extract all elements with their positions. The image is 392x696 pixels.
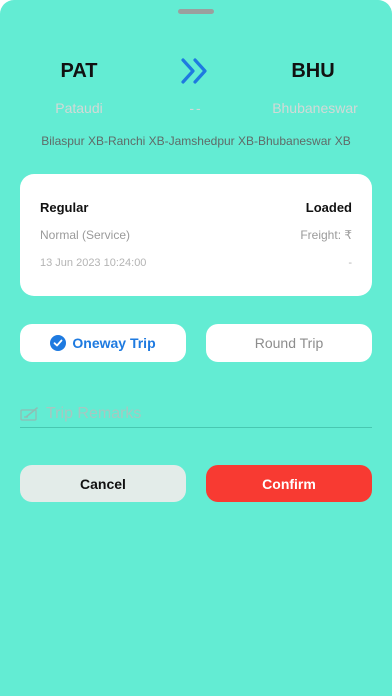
trip-details-card: Regular Loaded Normal (Service) Freight:… xyxy=(20,174,372,296)
details-row-datetime: 13 Jun 2023 10:24:00 - xyxy=(40,257,352,269)
origin-code: PAT xyxy=(60,60,98,82)
cancel-button[interactable]: Cancel xyxy=(20,465,186,502)
freight-label: Freight: ₹ xyxy=(300,228,352,242)
trip-datetime-end: - xyxy=(348,257,352,269)
trip-remarks-input[interactable] xyxy=(46,404,346,423)
origin-name: Pataudi xyxy=(55,100,103,116)
service-type: Normal (Service) xyxy=(40,228,131,242)
oneway-trip-button[interactable]: Oneway Trip xyxy=(20,324,186,362)
destination-name: Bhubaneswar xyxy=(272,100,358,116)
details-row-type: Regular Loaded xyxy=(40,200,352,215)
round-trip-label: Round Trip xyxy=(254,335,324,351)
confirm-button[interactable]: Confirm xyxy=(206,465,372,502)
double-chevron-right-icon xyxy=(181,58,207,84)
destination-code: BHU xyxy=(291,60,335,82)
sheet-grabber-handle[interactable] xyxy=(178,9,214,14)
trip-type: Regular xyxy=(40,200,89,215)
trip-remarks-field xyxy=(20,400,372,428)
route-via: Bilaspur XB-Ranchi XB-Jamshedpur XB-Bhub… xyxy=(41,134,351,148)
details-row-service: Normal (Service) Freight: ₹ xyxy=(40,228,352,242)
trip-confirmation-sheet: PAT BHU Pataudi -- Bhubaneswar Bilaspur … xyxy=(0,0,392,696)
check-circle-icon xyxy=(50,335,67,351)
trip-datetime: 13 Jun 2023 10:24:00 xyxy=(40,257,147,269)
round-trip-button[interactable]: Round Trip xyxy=(206,324,372,362)
pen-icon xyxy=(20,406,38,421)
oneway-trip-label: Oneway Trip xyxy=(72,335,156,351)
station-separator: -- xyxy=(189,100,203,116)
load-status: Loaded xyxy=(305,200,352,215)
